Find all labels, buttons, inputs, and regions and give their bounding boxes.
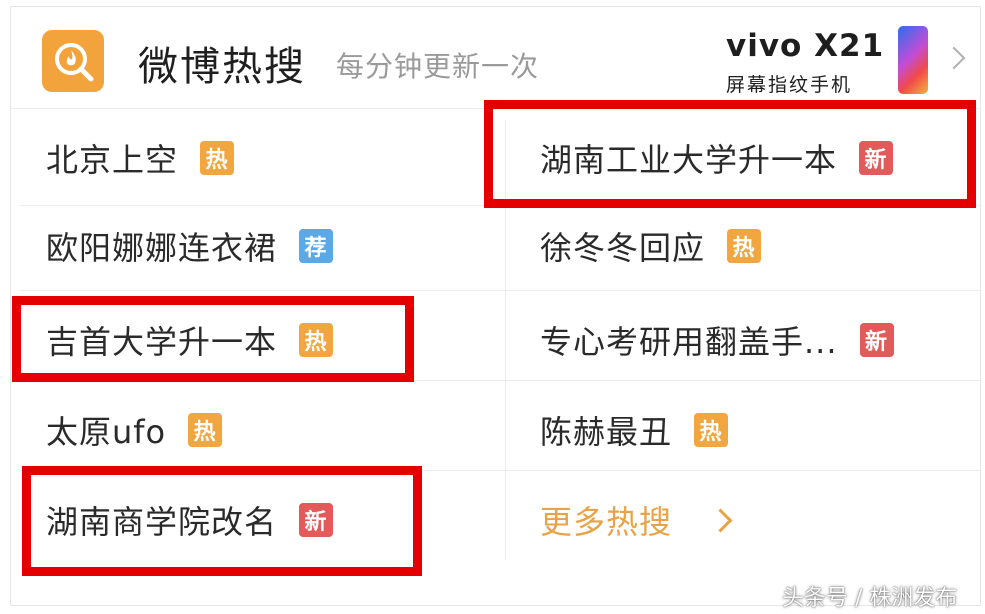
chevron-right-icon bbox=[708, 507, 733, 533]
hot-search-item[interactable]: 陈赫最丑 热 bbox=[540, 400, 729, 460]
hot-search-label: 太原ufo bbox=[46, 413, 167, 451]
hot-search-item[interactable]: 徐冬冬回应 热 bbox=[540, 216, 762, 276]
hot-badge: 热 bbox=[694, 413, 729, 447]
highlight-box bbox=[22, 466, 422, 576]
hot-badge: 热 bbox=[727, 229, 762, 263]
highlight-box bbox=[12, 296, 414, 382]
more-hot-search-link[interactable]: 更多热搜 bbox=[540, 490, 733, 550]
ad-brand: vivo X21 bbox=[726, 28, 885, 64]
hot-search-item[interactable]: 北京上空 热 bbox=[46, 128, 235, 188]
ad-tagline: 屏幕指纹手机 bbox=[726, 74, 853, 96]
panel-header: 微博热搜 每分钟更新一次 vivo X21 屏幕指纹手机 bbox=[10, 12, 970, 98]
new-badge: 新 bbox=[859, 323, 894, 357]
hot-search-label: 专心考研用翻盖手... bbox=[540, 323, 838, 361]
page-title: 微博热搜 bbox=[138, 44, 306, 90]
hot-search-item[interactable]: 太原ufo 热 bbox=[46, 400, 223, 460]
update-frequency-text: 每分钟更新一次 bbox=[336, 50, 540, 83]
hot-search-label: 欧阳娜娜连衣裙 bbox=[46, 229, 278, 267]
hot-badge: 热 bbox=[188, 413, 223, 447]
hot-search-item[interactable]: 专心考研用翻盖手... 新 bbox=[540, 310, 894, 370]
vivo-ad-banner[interactable]: vivo X21 屏幕指纹手机 bbox=[716, 26, 936, 98]
recommend-badge: 荐 bbox=[299, 229, 334, 263]
phone-image-icon bbox=[898, 26, 928, 94]
watermark: 头条号 / 株洲发布 bbox=[782, 586, 958, 611]
hot-search-label: 陈赫最丑 bbox=[540, 413, 673, 451]
hot-search-logo-icon bbox=[42, 30, 104, 92]
hot-search-label: 徐冬冬回应 bbox=[540, 229, 706, 267]
highlight-box bbox=[484, 100, 976, 208]
row-divider bbox=[20, 290, 980, 291]
more-label: 更多热搜 bbox=[540, 503, 673, 541]
hot-search-label: 北京上空 bbox=[46, 141, 179, 179]
chevron-right-icon[interactable] bbox=[942, 46, 966, 70]
hot-search-item[interactable]: 欧阳娜娜连衣裙 荐 bbox=[46, 216, 334, 276]
hot-badge: 热 bbox=[200, 141, 235, 175]
